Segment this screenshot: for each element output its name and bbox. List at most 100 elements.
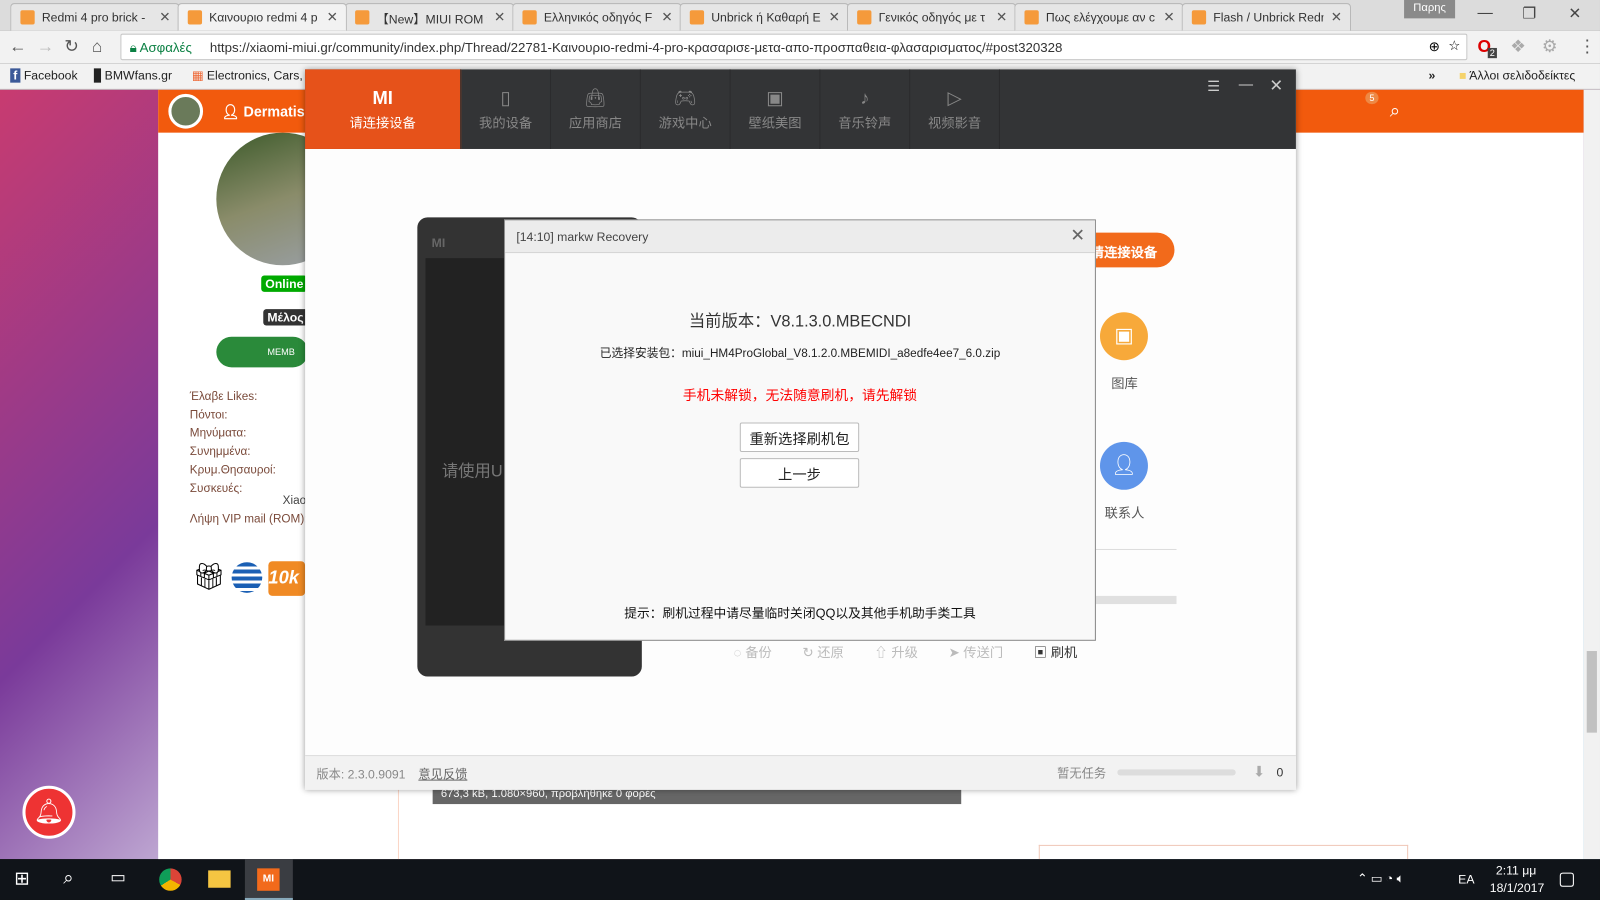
mi-assistant-window: MI 请连接设备 ▯ 我的设备 👜︎ 应用商店 🎮︎ 游戏中心 ▣ 壁纸美图 ♪ 音乐铃声 ▷ 视频影音 …: [305, 69, 1296, 790]
download-count: 0: [1276, 765, 1284, 780]
dialog-title: [14:10] markw Recovery: [505, 220, 1095, 254]
tray-icons[interactable]: ⌃ ▭ ◔ 🔈︎: [1357, 871, 1404, 886]
nav-tab-video[interactable]: ▷ 视频影音: [910, 69, 1000, 149]
tab-close-icon[interactable]: ✕: [327, 9, 338, 25]
browser-tab[interactable]: Flash / Unbrick Redr ✕: [1181, 3, 1352, 31]
stat-label: Συνημμένα:: [189, 445, 251, 459]
bookmark-bmwfans[interactable]: ■ BMWfans.gr: [93, 68, 172, 83]
reselect-package-button[interactable]: 重新选择刷机包: [739, 422, 860, 453]
browser-tab[interactable]: 【New】MIUI ROM fo ✕: [344, 3, 515, 31]
action-2[interactable]: ⇧ 升级: [874, 645, 918, 660]
browser-tab[interactable]: Καινουριο redmi 4 p ✕: [177, 3, 347, 31]
other-bookmarks[interactable]: ■ Άλλοι σελιδοδείκτες: [1459, 68, 1575, 82]
search-icon[interactable]: ⌕: [63, 867, 73, 888]
dialog-close-icon[interactable]: ✕: [1070, 226, 1085, 246]
action-4[interactable]: ▣ 刷机: [1034, 645, 1078, 660]
minimize-button[interactable]: —: [1478, 4, 1493, 21]
explorer-icon[interactable]: [208, 870, 231, 888]
bookmark-star-icon[interactable]: ☆: [1448, 38, 1460, 54]
back-step-button[interactable]: 上一步: [739, 458, 860, 488]
reload-icon[interactable]: ↻: [64, 37, 79, 57]
minimize-icon[interactable]: —: [1239, 76, 1253, 92]
action-bar: ◌ 备份 ↻ 还原 ⇧ 升级 ➤ 传送门 ▣ 刷机: [734, 642, 1108, 661]
quick-item[interactable]: 👤︎ 联系人: [1097, 441, 1152, 522]
browser-tab[interactable]: Πως ελέγχουμε αν c ✕: [1014, 3, 1184, 31]
start-icon[interactable]: ⊞: [14, 868, 29, 889]
action-3[interactable]: ➤ 传送门: [948, 645, 1003, 660]
clock-time[interactable]: 2:11 μμ: [1496, 863, 1536, 877]
home-icon[interactable]: ⌂: [92, 37, 102, 57]
gallery-icon: ▣: [1099, 312, 1148, 361]
gamepad-icon: 🎮︎: [673, 87, 697, 109]
secure-label: Ασφαλές: [139, 39, 192, 56]
nav-tab-music[interactable]: ♪ 音乐铃声: [820, 69, 911, 149]
task-view-icon[interactable]: ▭: [110, 867, 125, 887]
username-link[interactable]: 👤︎ Dermatis: [221, 103, 304, 120]
feedback-link[interactable]: 意见反馈: [418, 765, 467, 782]
tab-close-icon[interactable]: ✕: [1163, 9, 1174, 25]
extension-icon[interactable]: ⚙: [1542, 37, 1558, 57]
more-bookmarks-icon[interactable]: »: [1429, 68, 1436, 82]
status-bar: 版本: 2.3.0.9091 意见反馈 暂无任务 ⬇ 0: [305, 755, 1296, 790]
tab-close-icon[interactable]: ✕: [159, 9, 170, 25]
browser-tab[interactable]: Ελληνικός οδηγός F ✕: [512, 3, 682, 31]
tab-bar: Redmi 4 pro brick - ✕ Καινουριο redmi 4 p ✕…: [0, 0, 1600, 31]
back-icon[interactable]: ←: [9, 37, 26, 57]
gift-icon: 🎁︎: [191, 561, 226, 592]
connect-device-button[interactable]: 请连接设备: [1086, 232, 1175, 268]
forward-icon[interactable]: →: [37, 37, 54, 57]
mi-assistant-taskbar-icon[interactable]: MI: [257, 868, 280, 891]
action-1[interactable]: ↻ 还原: [802, 645, 843, 660]
search-icon[interactable]: ⌕: [1390, 100, 1400, 121]
tab-close-icon[interactable]: ✕: [494, 9, 505, 25]
bookmark-electronics[interactable]: ▦ Electronics, Cars,: [192, 68, 303, 82]
online-badge: Online: [261, 275, 308, 292]
stat-label: Πόντοι:: [189, 409, 228, 422]
tab-close-icon[interactable]: ✕: [1331, 9, 1342, 25]
download-icon[interactable]: ⬇: [1253, 763, 1265, 780]
profile-button[interactable]: Παρης: [1404, 0, 1456, 19]
phone-icon: ▯: [500, 87, 511, 109]
member-badge: MEMB: [216, 336, 309, 368]
chrome-icon[interactable]: [159, 868, 182, 891]
nav-tab-mi-logo[interactable]: MI 请连接设备: [305, 69, 462, 149]
bookmark-facebook[interactable]: f Facebook: [10, 68, 78, 83]
favicon-icon: [1191, 10, 1207, 25]
flash-icon: ▣: [1033, 644, 1051, 661]
tab-close-icon[interactable]: ✕: [996, 9, 1007, 25]
page-scrollbar[interactable]: [1583, 89, 1600, 860]
browser-tab[interactable]: Unbrick ή Καθαρή E ✕: [679, 3, 849, 31]
contacts-icon: 👤︎: [1099, 441, 1148, 490]
nav-tab-picture[interactable]: ▣ 壁纸美图: [731, 69, 821, 149]
list-menu-icon[interactable]: ☰: [1207, 78, 1220, 95]
post-actions[interactable]: [1038, 844, 1409, 860]
notification-bell-button[interactable]: 🔔︎: [22, 785, 76, 839]
task-status: 暂无任务: [1057, 766, 1107, 781]
browser-tab[interactable]: Γενικός οδηγός με τ ✕: [846, 3, 1017, 31]
dropbox-icon[interactable]: ❖: [1510, 37, 1526, 57]
menu-icon[interactable]: ⋮: [1579, 37, 1596, 57]
favicon-icon: [1024, 10, 1039, 25]
browser-toolbar: ← → ↻ ⌂ 🔒︎ Ασφαλές https://xiaomi-miui.g…: [0, 30, 1600, 64]
nav-tab-bag[interactable]: 👜︎ 应用商店: [551, 69, 641, 149]
greek-flag-icon: [231, 562, 263, 593]
action-center-icon[interactable]: ▢: [1558, 868, 1575, 889]
zoom-icon[interactable]: ⊕: [1429, 39, 1440, 55]
browser-tab[interactable]: Redmi 4 pro brick - ✕: [10, 3, 180, 31]
maximize-button[interactable]: ❐: [1522, 4, 1536, 22]
nav-tab-phone[interactable]: ▯ 我的设备: [461, 69, 552, 149]
close-icon[interactable]: ✕: [1269, 76, 1283, 96]
tab-close-icon[interactable]: ✕: [661, 9, 672, 25]
quick-item[interactable]: ▣ 图库: [1097, 312, 1152, 392]
nav-tab-gamepad[interactable]: 🎮︎ 游戏中心: [641, 69, 731, 149]
bmw-icon: ■: [93, 68, 102, 83]
tab-close-icon[interactable]: ✕: [829, 9, 840, 25]
transfer-icon: ➤: [948, 644, 964, 661]
address-bar[interactable]: 🔒︎ Ασφαλές https://xiaomi-miui.gr/commun…: [120, 33, 1468, 61]
action-0[interactable]: ◌ 备份: [734, 645, 772, 660]
device-value: Xiao: [282, 494, 307, 508]
language-indicator[interactable]: EA: [1458, 872, 1474, 886]
clock-date[interactable]: 18/1/2017: [1490, 881, 1544, 895]
close-button[interactable]: ✕: [1568, 4, 1581, 22]
user-avatar-small[interactable]: [168, 93, 204, 129]
